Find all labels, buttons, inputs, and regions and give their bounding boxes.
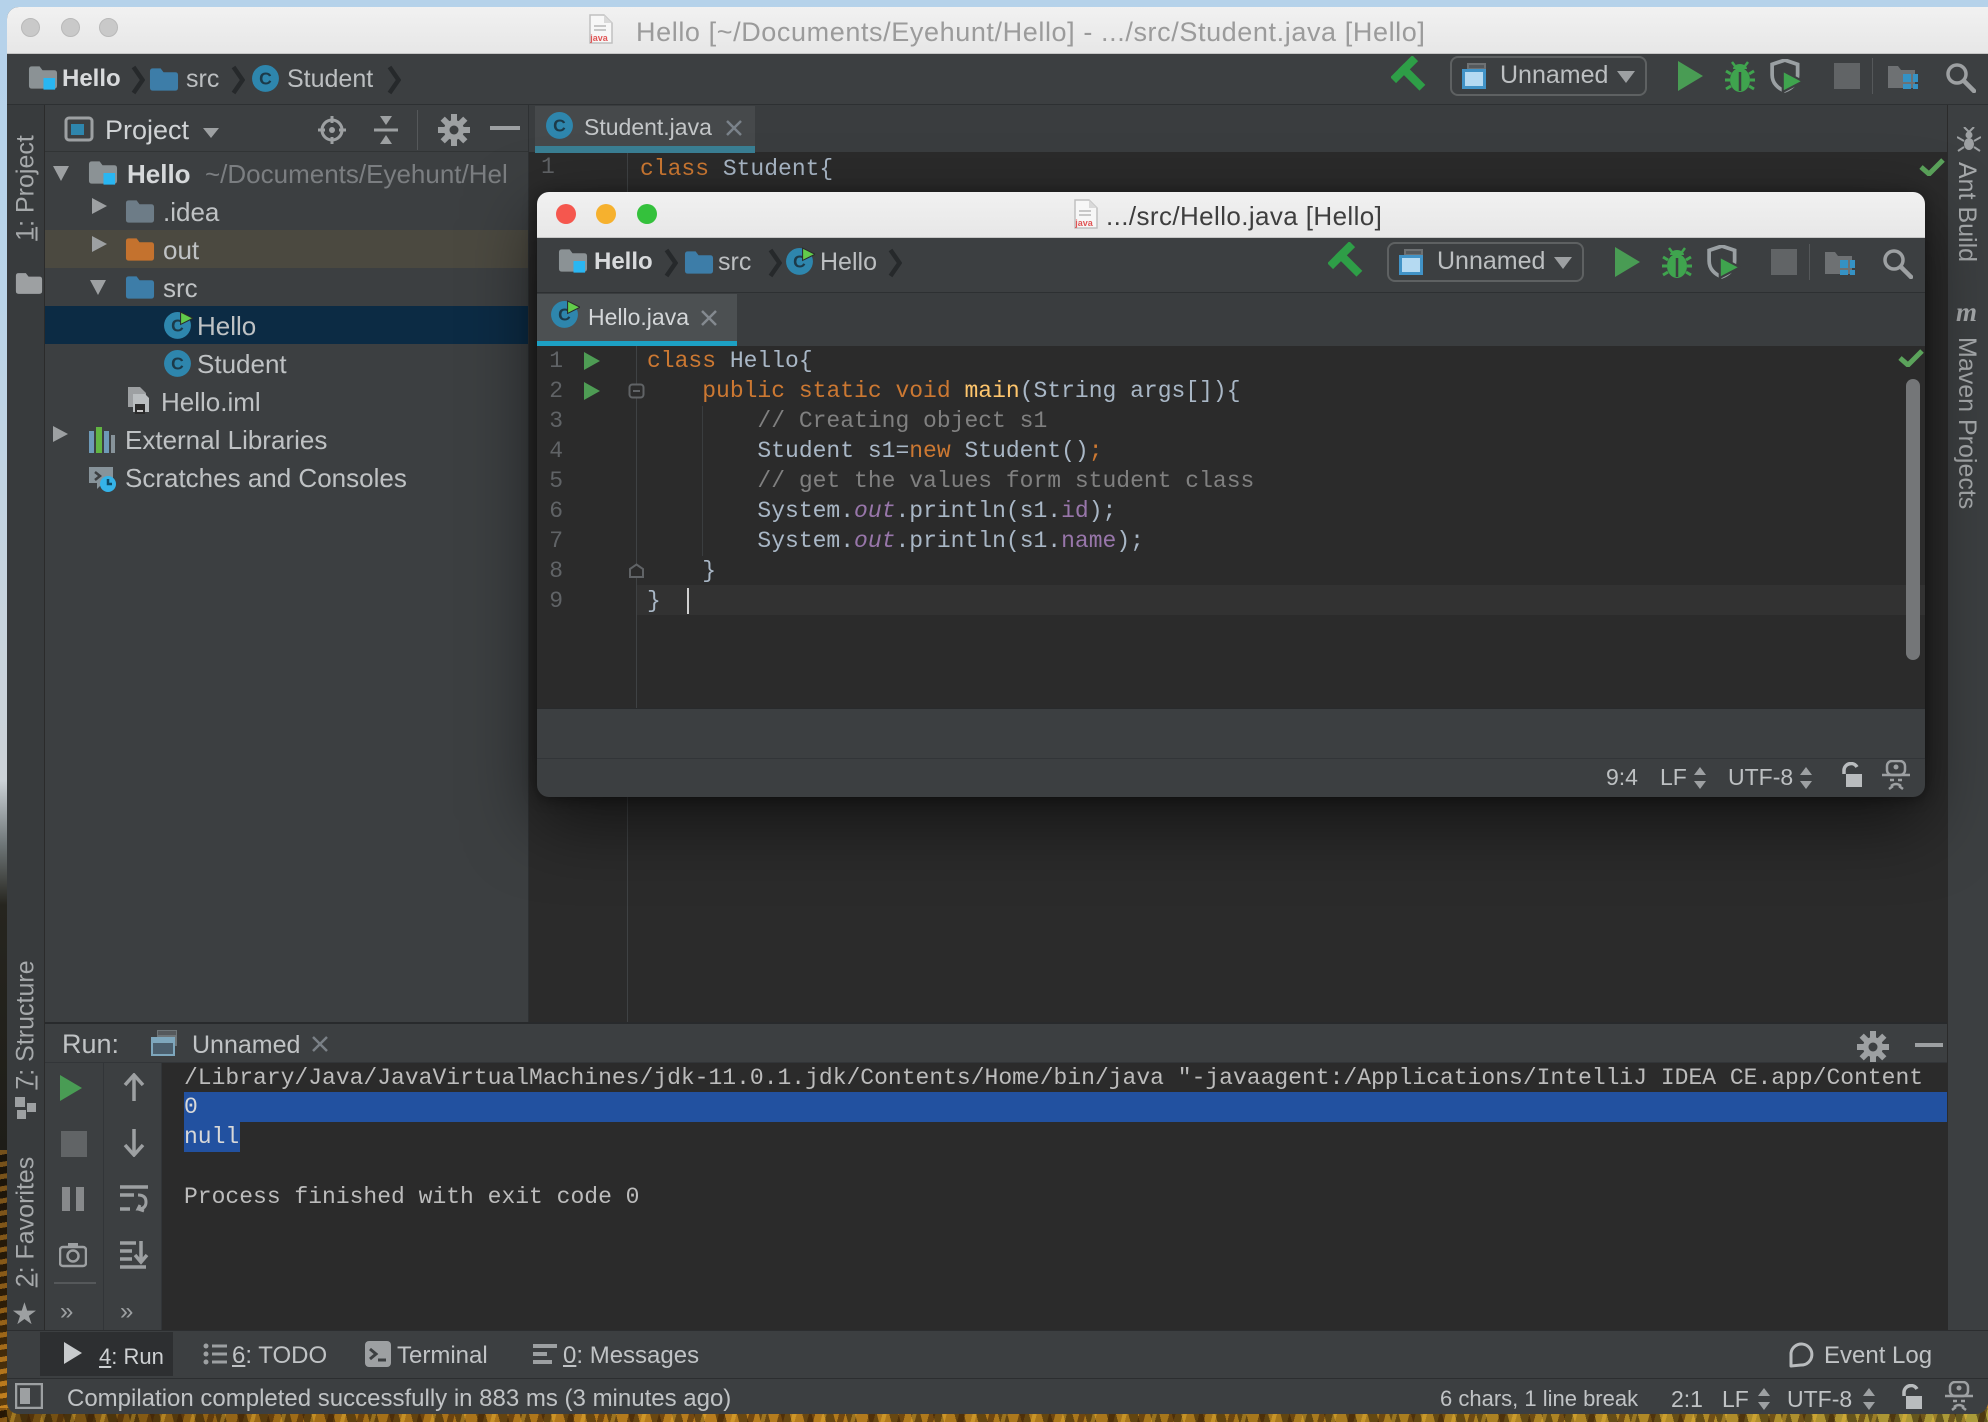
svg-text:C: C [259, 69, 272, 89]
svg-text:java: java [589, 33, 609, 43]
svg-text:C: C [171, 354, 184, 374]
svg-text:C: C [553, 116, 566, 136]
svg-text:java: java [1074, 218, 1094, 228]
